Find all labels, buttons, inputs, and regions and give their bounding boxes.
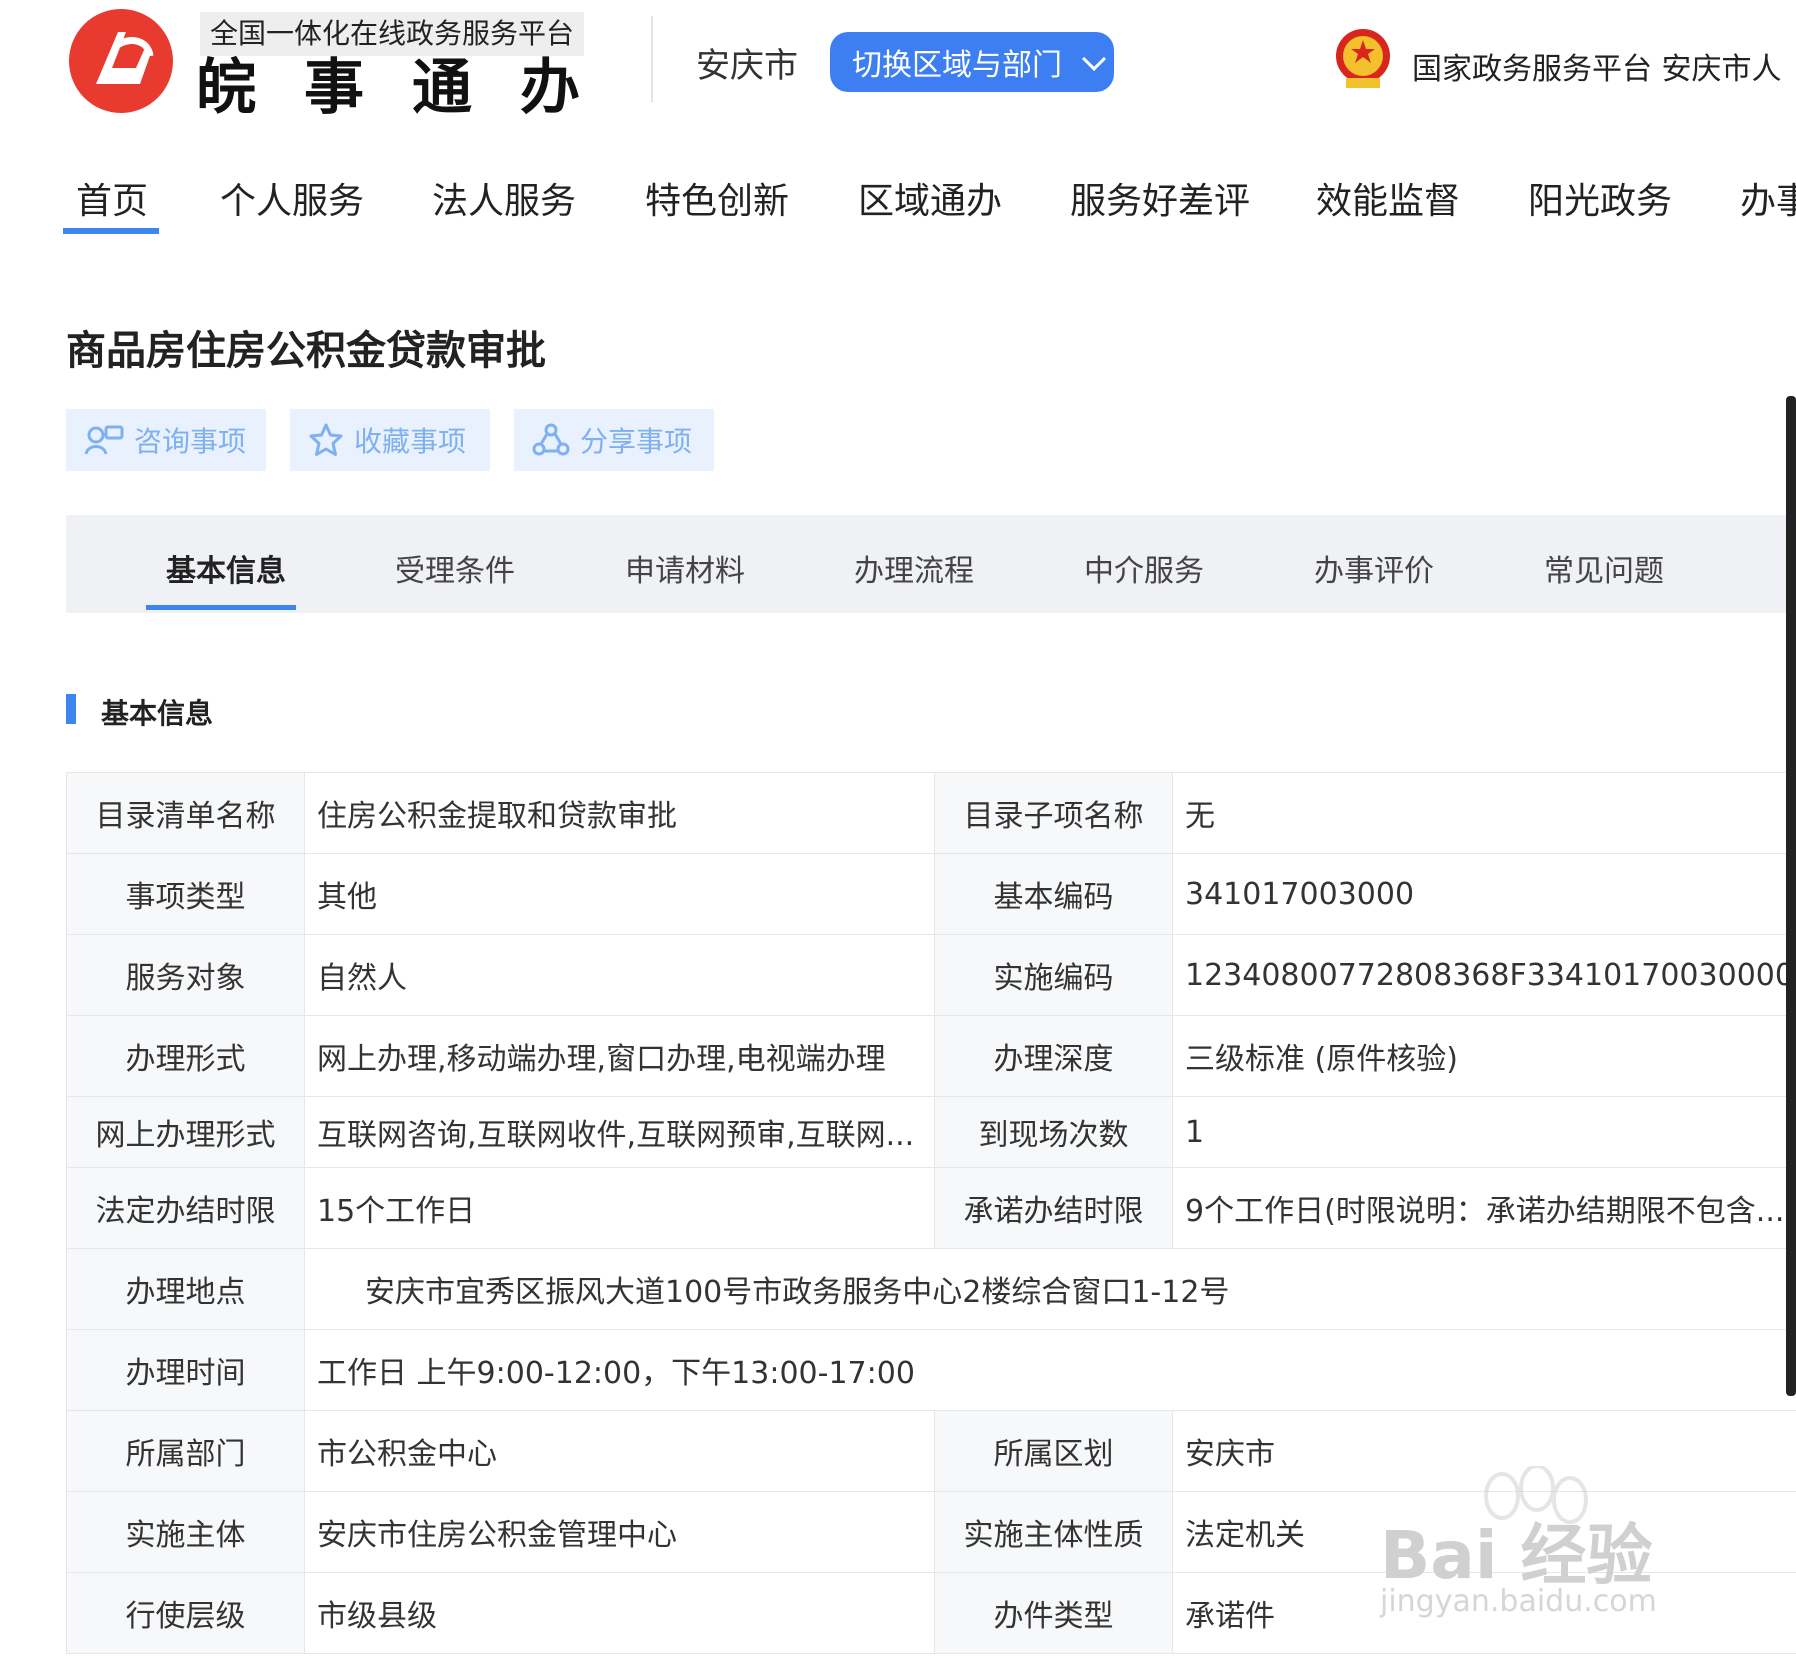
location-label: 办理地点 — [66, 1248, 305, 1330]
table-row: 法定办结时限 15个工作日 承诺办结时限 9个工作日(时限说明：承诺办结期限不包… — [66, 1167, 1796, 1249]
hours-label: 办理时间 — [66, 1329, 305, 1411]
tab-acceptance-conditions[interactable]: 受理条件 — [395, 546, 515, 590]
basic-code-label: 基本编码 — [934, 853, 1173, 935]
anhui-logo-icon[interactable] — [66, 6, 176, 116]
switch-region-label: 切换区域与部门 — [852, 48, 1062, 83]
star-icon — [309, 423, 343, 456]
region-label: 所属区划 — [934, 1410, 1173, 1492]
item-type-value: 其他 — [304, 853, 935, 935]
share-button[interactable]: 分享事项 — [514, 409, 714, 471]
tab-evaluation[interactable]: 办事评价 — [1314, 546, 1434, 590]
handling-depth-value: 三级标准 (原件核验) — [1172, 1015, 1796, 1097]
promised-time-limit-label: 承诺办结时限 — [934, 1167, 1173, 1249]
case-type-label: 办件类型 — [934, 1572, 1173, 1654]
tab-active-indicator — [146, 605, 296, 610]
page-title: 商品房住房公积金贷款审批 — [66, 328, 546, 374]
impl-code-value: 12340800772808368F334101700300008 — [1172, 934, 1796, 1016]
onsite-visits-value: 1 — [1172, 1096, 1796, 1168]
exercise-level-label: 行使层级 — [66, 1572, 305, 1654]
table-row: 办理时间 工作日 上午9:00-12:00，下午13:00-17:00 — [66, 1329, 1796, 1411]
nav-innovation[interactable]: 特色创新 — [645, 172, 789, 224]
sub-item-label: 目录子项名称 — [934, 772, 1173, 854]
table-row: 网上办理形式 互联网咨询,互联网收件,互联网预审,互联网... 到现场次数 1 — [66, 1096, 1796, 1168]
table-row: 目录清单名称 住房公积金提取和贷款审批 目录子项名称 无 — [66, 772, 1796, 854]
catalog-name-label: 目录清单名称 — [66, 772, 305, 854]
nav-home[interactable]: 首页 — [76, 172, 148, 224]
tab-intermediary-services[interactable]: 中介服务 — [1084, 546, 1204, 590]
impl-code-label: 实施编码 — [934, 934, 1173, 1016]
catalog-name-value: 住房公积金提取和贷款审批 — [304, 772, 935, 854]
national-gov-platform-link[interactable]: 国家政务服务平台 安庆市人 — [1412, 44, 1782, 88]
favorite-label: 收藏事项 — [354, 425, 467, 458]
tab-faq[interactable]: 常见问题 — [1544, 546, 1664, 590]
tab-process[interactable]: 办理流程 — [854, 546, 974, 590]
national-emblem-icon — [1336, 29, 1390, 88]
hours-value: 工作日 上午9:00-12:00，下午13:00-17:00 — [304, 1329, 1796, 1411]
onsite-visits-label: 到现场次数 — [934, 1096, 1173, 1168]
handling-form-label: 办理形式 — [66, 1015, 305, 1097]
handling-depth-label: 办理深度 — [934, 1015, 1173, 1097]
tab-basic-info[interactable]: 基本信息 — [166, 546, 286, 590]
basic-code-value: 341017003000 — [1172, 853, 1796, 935]
switch-region-button[interactable]: 切换区域与部门 — [830, 32, 1114, 92]
nav-sunshine-affairs[interactable]: 阳光政务 — [1528, 172, 1672, 224]
table-row: 办理形式 网上办理,移动端办理,窗口办理,电视端办理 办理深度 三级标准 (原件… — [66, 1015, 1796, 1097]
promised-time-limit-value[interactable]: 9个工作日(时限说明：承诺办结期限不包含... — [1172, 1167, 1796, 1249]
share-label: 分享事项 — [580, 425, 693, 458]
page: 全国一体化在线政务服务平台 皖事通办 安庆市 切换区域与部门 国家政务服务平台 … — [0, 0, 1796, 1662]
service-target-value: 自然人 — [304, 934, 935, 1016]
department-value: 市公积金中心 — [304, 1410, 935, 1492]
nav-legal-services[interactable]: 法人服务 — [432, 172, 576, 224]
nav-personal-services[interactable]: 个人服务 — [220, 172, 364, 224]
online-form-value[interactable]: 互联网咨询,互联网收件,互联网预审,互联网... — [304, 1096, 935, 1168]
handling-form-value: 网上办理,移动端办理,窗口办理,电视端办理 — [304, 1015, 935, 1097]
section-marker — [66, 694, 76, 724]
nav-service-rating[interactable]: 服务好差评 — [1070, 172, 1250, 224]
nav-regional[interactable]: 区域通办 — [858, 172, 1002, 224]
share-icon — [532, 423, 570, 456]
online-form-label: 网上办理形式 — [66, 1096, 305, 1168]
body-nature-label: 实施主体性质 — [934, 1491, 1173, 1573]
consult-button[interactable]: 咨询事项 — [66, 409, 266, 471]
table-row: 办理地点 安庆市宜秀区振风大道100号市政务服务中心2楼综合窗口1-12号 — [66, 1248, 1796, 1330]
exercise-level-value: 市级县级 — [304, 1572, 935, 1654]
item-type-label: 事项类型 — [66, 853, 305, 935]
table-row: 事项类型 其他 基本编码 341017003000 — [66, 853, 1796, 935]
favorite-button[interactable]: 收藏事项 — [290, 409, 490, 471]
nav-active-indicator — [63, 228, 159, 234]
nav-efficiency[interactable]: 效能监督 — [1316, 172, 1460, 224]
platform-subtitle: 全国一体化在线政务服务平台 — [200, 12, 585, 56]
sub-item-value: 无 — [1172, 772, 1796, 854]
implementing-body-value: 安庆市住房公积金管理中心 — [304, 1491, 935, 1573]
legal-time-limit-label: 法定办结时限 — [66, 1167, 305, 1249]
legal-time-limit-value: 15个工作日 — [304, 1167, 935, 1249]
location-value: 安庆市宜秀区振风大道100号市政务服务中心2楼综合窗口1-12号 — [304, 1248, 1796, 1330]
brand-name[interactable]: 皖事通办 — [196, 54, 628, 122]
implementing-body-label: 实施主体 — [66, 1491, 305, 1573]
watermark-url: jingyan.baidu.com — [1380, 1584, 1657, 1619]
table-row: 服务对象 自然人 实施编码 12340800772808368F33410170… — [66, 934, 1796, 1016]
page-scrollbar[interactable] — [1786, 396, 1796, 1396]
nav-more[interactable]: 办事 — [1740, 172, 1796, 224]
service-target-label: 服务对象 — [66, 934, 305, 1016]
tab-application-materials[interactable]: 申请材料 — [625, 546, 745, 590]
section-title: 基本信息 — [101, 697, 214, 730]
current-city: 安庆市 — [696, 46, 798, 86]
consult-label: 咨询事项 — [134, 425, 247, 458]
consult-icon — [84, 425, 124, 455]
header-divider — [651, 16, 653, 102]
chevron-down-icon — [1082, 46, 1107, 71]
department-label: 所属部门 — [66, 1410, 305, 1492]
